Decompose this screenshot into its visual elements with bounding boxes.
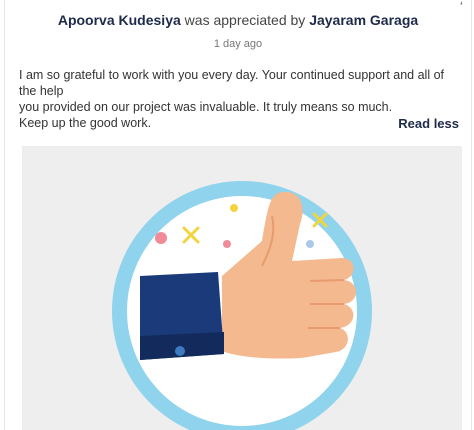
post-timestamp: 1 day ago: [213, 38, 263, 50]
receiver-name[interactable]: Jayaram Garaga: [309, 12, 418, 28]
message-line: you provided on our project was invaluab…: [19, 100, 393, 114]
giver-name[interactable]: Apoorva Kudesiya: [58, 12, 181, 28]
appreciation-message: I am so grateful to work with you every …: [19, 67, 457, 131]
read-less-link[interactable]: Read less: [398, 116, 459, 131]
appreciation-image: [22, 146, 462, 430]
thumbs-up-icon: [112, 181, 372, 430]
appreciation-action-text: was appreciated by: [180, 12, 310, 28]
appreciation-card: ‘ Apoorva Kudesiya was appreciated by Ja…: [4, 0, 472, 430]
message-line: I am so grateful to work with you every …: [19, 68, 445, 98]
appreciation-header: Apoorva Kudesiya was appreciated by Jaya…: [5, 12, 471, 28]
message-line: Keep up the good work.: [19, 116, 152, 130]
